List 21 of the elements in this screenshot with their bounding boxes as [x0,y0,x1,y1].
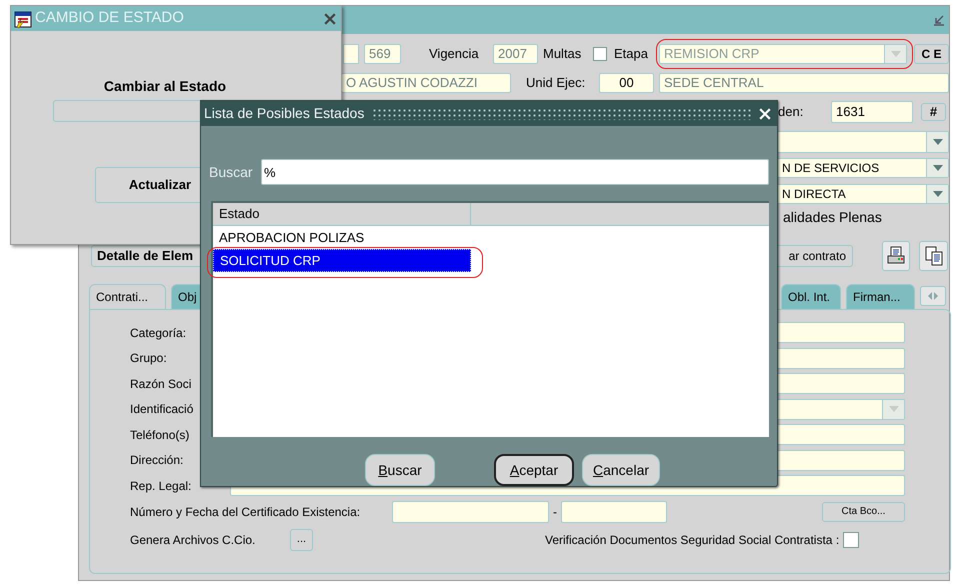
field-label: Genera Archivos C.Cio. [130,532,256,548]
field-label: Etapa [614,45,649,64]
field-label: Grupo: [130,350,168,368]
field-label: Teléfono(s) [130,426,190,444]
column-header: Estado [213,203,471,225]
field-label: Unid Ejec: [526,74,586,92]
field-label: Categoría: [130,324,188,342]
window-title: Lista de Posibles Estados [204,104,364,123]
field-label: Vigencia [429,45,480,64]
heading-text: Cambiar al Estado [102,77,228,96]
field-label: Verificación Documentos Seguridad Social Contratista : [545,532,840,548]
window-title: CAMBIO DE ESTADO [35,8,184,28]
field-label: Número y Fecha del Certificado Existencia: [130,504,362,520]
field-label: Multas [543,45,582,64]
field-label: Identificació [130,401,194,418]
field-label: Razón Soci [130,376,192,393]
field-label: den: [778,103,804,122]
field-label: Rep. Legal: [130,478,192,495]
label-text: alidades Plenas [783,208,882,226]
separator-text: - [553,504,558,520]
field-label: Dirección: [130,452,184,470]
